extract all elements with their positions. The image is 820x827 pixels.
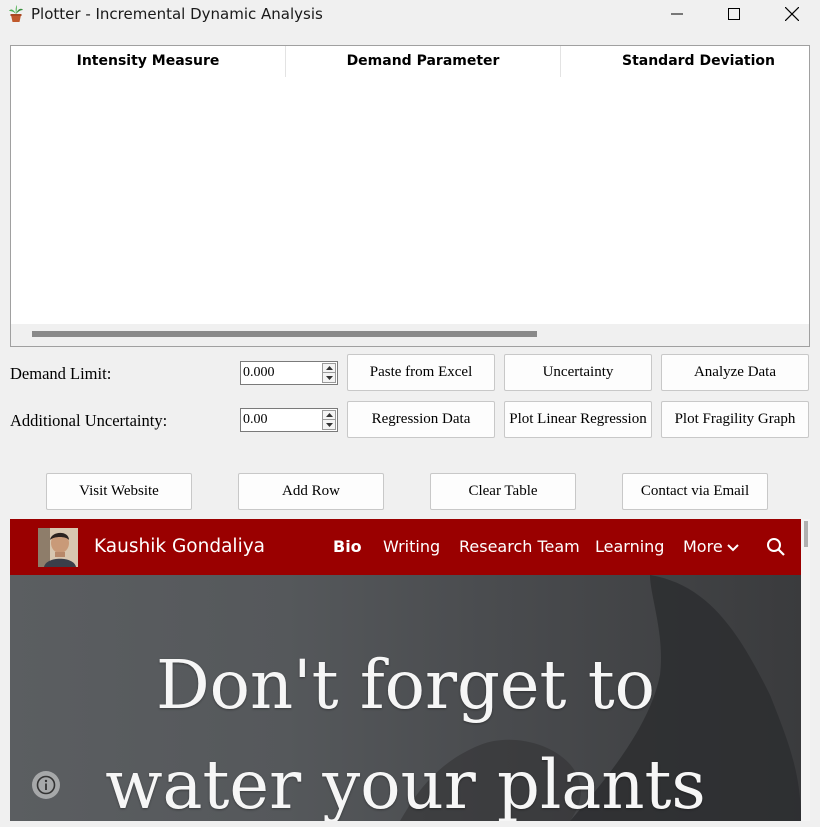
demand-limit-arrows[interactable] [322, 363, 336, 383]
info-icon[interactable] [32, 771, 60, 799]
additional-uncertainty-label: Additional Uncertainty: [10, 411, 168, 430]
horizontal-scrollbar[interactable] [11, 324, 809, 346]
column-header-standard-deviation[interactable]: Standard Deviation [561, 46, 809, 77]
search-icon[interactable] [766, 537, 786, 557]
hero-heading-line1: Don't forget to [155, 646, 656, 724]
website-scrollbar-thumb[interactable] [804, 521, 808, 547]
website-vertical-scrollbar[interactable] [801, 519, 810, 821]
add-row-button[interactable]: Add Row [238, 473, 384, 510]
uncertainty-button[interactable]: Uncertainty [504, 354, 652, 391]
nav-writing[interactable]: Writing [383, 537, 440, 556]
demand-limit-value[interactable]: 0.000 [243, 365, 275, 381]
plot-linear-regression-button[interactable]: Plot Linear Regression [504, 401, 652, 438]
analyze-data-button[interactable]: Analyze Data [661, 354, 809, 391]
spin-down-icon[interactable] [323, 373, 335, 382]
plot-fragility-graph-button[interactable]: Plot Fragility Graph [661, 401, 809, 438]
close-icon [785, 7, 799, 21]
additional-uncertainty-arrows[interactable] [322, 410, 336, 430]
maximize-button[interactable] [705, 0, 763, 28]
hero-banner: Don't forget to water your plants [10, 575, 801, 821]
site-navbar: Kaushik Gondaliya Bio Writing Research T… [10, 519, 801, 575]
chevron-down-icon [726, 543, 739, 551]
nav-more-label: More [683, 537, 723, 556]
nav-learning[interactable]: Learning [595, 537, 664, 556]
demand-limit-label: Demand Limit: [10, 364, 112, 383]
additional-uncertainty-value[interactable]: 0.00 [243, 412, 268, 428]
minimize-icon [671, 13, 683, 15]
paste-from-excel-button[interactable]: Paste from Excel [347, 354, 495, 391]
table-body[interactable] [11, 77, 809, 324]
table-header: Intensity Measure Demand Parameter Stand… [11, 46, 809, 77]
nav-research-team[interactable]: Research Team [459, 537, 580, 556]
column-header-demand-parameter[interactable]: Demand Parameter [286, 46, 561, 77]
nav-more[interactable]: More [683, 537, 739, 556]
title-bar: Plotter - Incremental Dynamic Analysis [0, 0, 820, 30]
column-header-intensity-measure[interactable]: Intensity Measure [11, 46, 286, 77]
hero-heading-line2: water your plants [105, 746, 706, 821]
horizontal-scrollbar-thumb[interactable] [32, 331, 537, 337]
avatar[interactable] [38, 528, 78, 567]
clear-table-button[interactable]: Clear Table [430, 473, 576, 510]
minimize-button[interactable] [648, 0, 706, 28]
visit-website-button[interactable]: Visit Website [46, 473, 192, 510]
close-button[interactable] [763, 0, 820, 28]
site-name[interactable]: Kaushik Gondaliya [94, 536, 265, 557]
website-preview[interactable]: Kaushik Gondaliya Bio Writing Research T… [10, 519, 810, 821]
spin-up-icon[interactable] [323, 411, 335, 420]
additional-uncertainty-spinbox[interactable]: 0.00 [240, 408, 338, 432]
potted-plant-icon [9, 5, 23, 22]
data-table[interactable]: Intensity Measure Demand Parameter Stand… [10, 45, 810, 347]
nav-bio[interactable]: Bio [333, 537, 362, 556]
maximize-icon [728, 8, 740, 20]
contact-via-email-button[interactable]: Contact via Email [622, 473, 768, 510]
regression-data-button[interactable]: Regression Data [347, 401, 495, 438]
spin-up-icon[interactable] [323, 364, 335, 373]
window-title: Plotter - Incremental Dynamic Analysis [31, 5, 323, 23]
demand-limit-spinbox[interactable]: 0.000 [240, 361, 338, 385]
spin-down-icon[interactable] [323, 420, 335, 429]
